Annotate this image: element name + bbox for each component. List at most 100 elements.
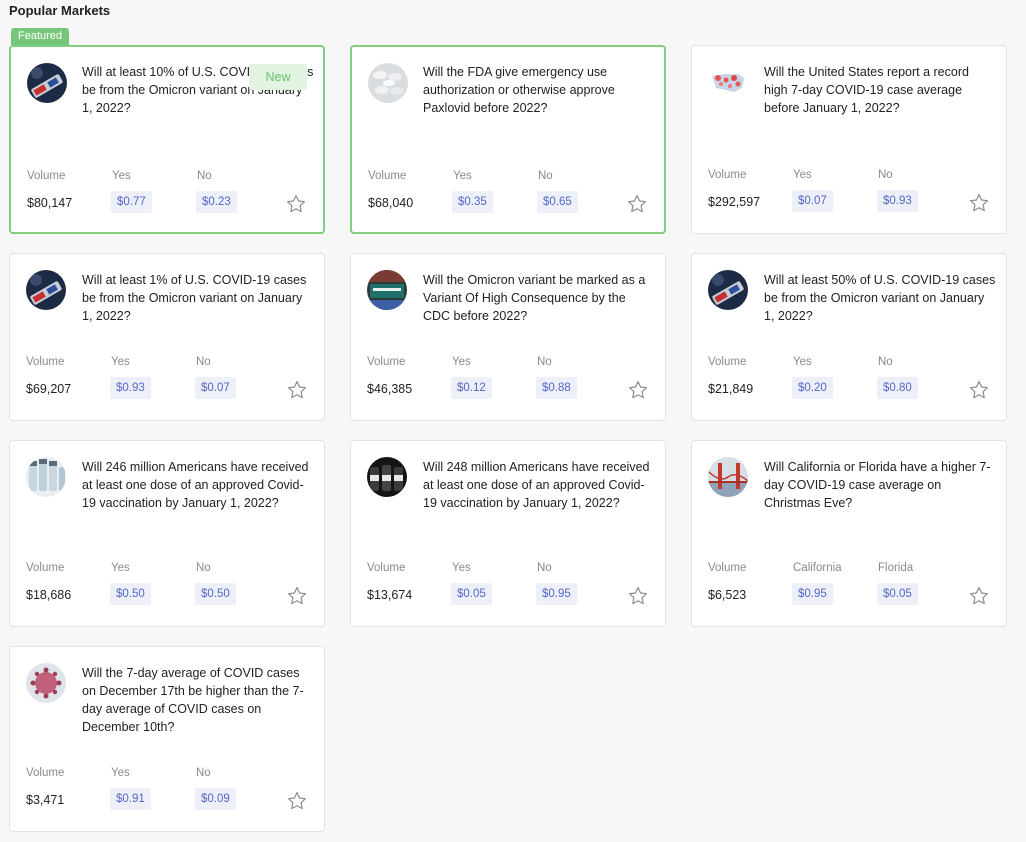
outcome-b-label: No (878, 169, 893, 181)
star-outline-icon[interactable] (286, 790, 308, 812)
outcome-a-label: Yes (111, 767, 130, 779)
market-card[interactable]: Will 246 million Americans have received… (9, 440, 325, 627)
market-question[interactable]: Will the 7-day average of COVID cases on… (82, 664, 314, 736)
market-question[interactable]: Will 248 million Americans have received… (423, 458, 655, 512)
golden-gate-bridge-image (708, 457, 748, 497)
star-outline-icon[interactable] (968, 192, 990, 214)
volume-label: Volume (27, 170, 66, 182)
market-question[interactable]: Will the FDA give emergency use authoriz… (423, 63, 655, 117)
market-question[interactable]: Will California or Florida have a higher… (764, 458, 996, 512)
outcome-b-label: No (196, 767, 211, 779)
market-question[interactable]: Will at least 1% of U.S. COVID-19 cases … (82, 271, 314, 325)
vaccine-vials-image (26, 457, 66, 497)
outcome-b-label: No (537, 562, 552, 574)
volume-label: Volume (367, 356, 406, 368)
market-card[interactable]: Will California or Florida have a higher… (691, 440, 1007, 627)
outcome-b-price-button[interactable]: $0.93 (877, 190, 918, 212)
vaccine-vials-dark-image (367, 457, 407, 497)
outcome-b-label: Florida (878, 562, 914, 574)
outcome-a-label: California (793, 562, 842, 574)
market-question[interactable]: Will the United States report a record h… (764, 63, 996, 117)
star-outline-icon[interactable] (285, 193, 307, 215)
market-card[interactable]: Will the FDA give emergency use authoriz… (350, 45, 666, 234)
market-card[interactable]: Will the United States report a record h… (691, 45, 1007, 234)
outcome-b-label: No (538, 170, 553, 182)
volume-label: Volume (26, 767, 65, 779)
volume-value: $3,471 (26, 793, 65, 807)
volume-value: $21,849 (708, 382, 754, 396)
outcome-a-label: Yes (452, 562, 471, 574)
outcome-b-label: No (196, 356, 211, 368)
market-card[interactable]: Will at least 50% of U.S. COVID-19 cases… (691, 253, 1007, 421)
volume-value: $18,686 (26, 588, 72, 602)
new-badge: New (249, 64, 307, 90)
omicron-sign-image (367, 270, 407, 310)
outcome-b-price-button[interactable]: $0.50 (195, 583, 236, 605)
volume-value: $68,040 (368, 196, 414, 210)
outcome-a-price-button[interactable]: $0.20 (792, 377, 833, 399)
outcome-b-label: No (197, 170, 212, 182)
outcome-a-price-button[interactable]: $0.07 (792, 190, 833, 212)
star-outline-icon[interactable] (626, 193, 648, 215)
outcome-b-price-button[interactable]: $0.23 (196, 191, 237, 213)
star-outline-icon[interactable] (286, 379, 308, 401)
outcome-a-label: Yes (453, 170, 472, 182)
outcome-a-price-button[interactable]: $0.12 (451, 377, 492, 399)
volume-label: Volume (708, 562, 747, 574)
outcome-a-price-button[interactable]: $0.91 (110, 788, 151, 810)
market-question[interactable]: Will the Omicron variant be marked as a … (423, 271, 655, 325)
market-card[interactable]: Will the 7-day average of COVID cases on… (9, 646, 325, 832)
outcome-a-label: Yes (793, 169, 812, 181)
outcome-b-price-button[interactable]: $0.80 (877, 377, 918, 399)
vaccine-vial-image (26, 270, 66, 310)
outcome-a-price-button[interactable]: $0.50 (110, 583, 151, 605)
star-outline-icon[interactable] (968, 585, 990, 607)
outcome-b-label: No (196, 562, 211, 574)
volume-label: Volume (367, 562, 406, 574)
market-card[interactable]: Will 248 million Americans have received… (350, 440, 666, 627)
market-card[interactable]: Will the Omicron variant be marked as a … (350, 253, 666, 421)
star-outline-icon[interactable] (286, 585, 308, 607)
volume-value: $13,674 (367, 588, 413, 602)
volume-label: Volume (368, 170, 407, 182)
volume-value: $46,385 (367, 382, 413, 396)
market-question[interactable]: Will at least 50% of U.S. COVID-19 cases… (764, 271, 996, 325)
outcome-a-price-button[interactable]: $0.05 (451, 583, 492, 605)
outcome-b-price-button[interactable]: $0.07 (195, 377, 236, 399)
pills-image (368, 63, 408, 103)
outcome-b-price-button[interactable]: $0.05 (877, 583, 918, 605)
coronavirus-image (26, 663, 66, 703)
star-outline-icon[interactable] (968, 379, 990, 401)
outcome-a-label: Yes (111, 356, 130, 368)
volume-value: $6,523 (708, 588, 747, 602)
outcome-b-price-button[interactable]: $0.65 (537, 191, 578, 213)
volume-label: Volume (26, 356, 65, 368)
outcome-a-label: Yes (111, 562, 130, 574)
outcome-a-label: Yes (112, 170, 131, 182)
outcome-a-price-button[interactable]: $0.95 (792, 583, 833, 605)
volume-label: Volume (708, 169, 747, 181)
volume-value: $292,597 (708, 195, 761, 209)
market-card[interactable]: Will at least 10% of U.S. COVID-19 cases… (9, 45, 325, 234)
outcome-a-label: Yes (793, 356, 812, 368)
outcome-b-price-button[interactable]: $0.09 (195, 788, 236, 810)
star-outline-icon[interactable] (627, 585, 649, 607)
volume-label: Volume (26, 562, 65, 574)
outcome-a-price-button[interactable]: $0.93 (110, 377, 151, 399)
markets-grid: Will at least 10% of U.S. COVID-19 cases… (0, 0, 1026, 842)
market-card[interactable]: Will at least 1% of U.S. COVID-19 cases … (9, 253, 325, 421)
outcome-b-label: No (537, 356, 552, 368)
outcome-a-price-button[interactable]: $0.77 (111, 191, 152, 213)
volume-value: $80,147 (27, 196, 73, 210)
star-outline-icon[interactable] (627, 379, 649, 401)
outcome-a-label: Yes (452, 356, 471, 368)
outcome-b-price-button[interactable]: $0.88 (536, 377, 577, 399)
volume-label: Volume (708, 356, 747, 368)
outcome-b-label: No (878, 356, 893, 368)
vaccine-vial-image (708, 270, 748, 310)
us-map-image (708, 62, 748, 102)
market-question[interactable]: Will 246 million Americans have received… (82, 458, 314, 512)
volume-value: $69,207 (26, 382, 72, 396)
outcome-b-price-button[interactable]: $0.95 (536, 583, 577, 605)
outcome-a-price-button[interactable]: $0.35 (452, 191, 493, 213)
